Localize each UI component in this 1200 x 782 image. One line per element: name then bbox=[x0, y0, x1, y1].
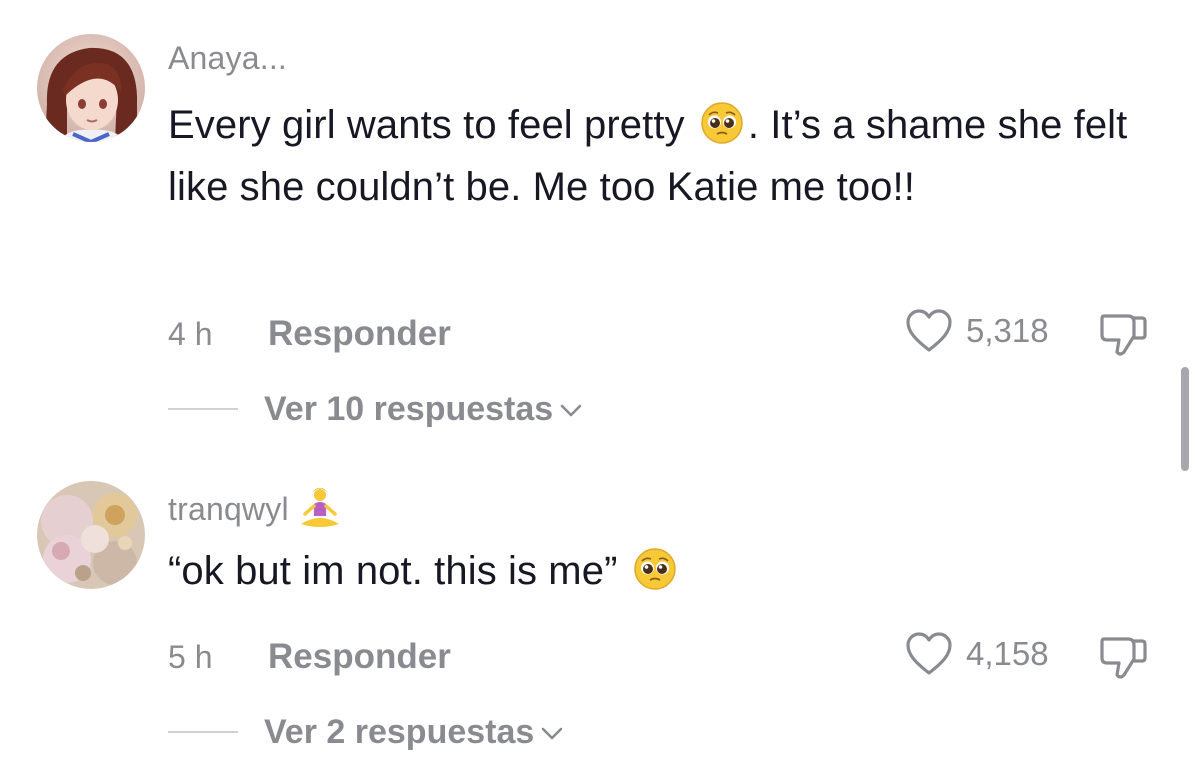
scrollbar[interactable] bbox=[1181, 367, 1189, 471]
view-replies[interactable]: Ver 10 respuestas bbox=[168, 389, 583, 429]
reply-button[interactable]: Responder bbox=[268, 314, 451, 354]
comment-text: “ok but im not. this is me” bbox=[168, 540, 1158, 602]
like-button[interactable]: 5,318 bbox=[904, 308, 1049, 354]
avatar[interactable] bbox=[37, 34, 145, 142]
chevron-down-icon bbox=[560, 404, 582, 417]
like-button[interactable]: 4,158 bbox=[904, 631, 1049, 677]
pleading-face-emoji bbox=[633, 547, 677, 591]
like-count: 5,318 bbox=[966, 312, 1049, 349]
comments-panel: Anaya... Every girl wants to feel pretty… bbox=[0, 0, 1200, 782]
view-replies[interactable]: Ver 2 respuestas bbox=[168, 712, 564, 752]
comment-time: 4 h bbox=[168, 316, 213, 352]
dislike-button[interactable] bbox=[1098, 633, 1150, 686]
thumbs-down-icon bbox=[1100, 637, 1147, 679]
view-replies-label: Ver 2 respuestas bbox=[264, 712, 535, 751]
view-replies-label: Ver 10 respuestas bbox=[264, 389, 554, 428]
like-count: 4,158 bbox=[966, 635, 1049, 672]
comment-actions: 4 h Responder 5,318 bbox=[168, 308, 1200, 358]
avatar[interactable] bbox=[37, 481, 145, 589]
pleading-face-emoji bbox=[700, 101, 744, 145]
chevron-down-icon bbox=[541, 727, 563, 740]
heart-outline-icon bbox=[906, 632, 952, 675]
username-text: tranqwyl bbox=[168, 490, 289, 527]
comment-text: Every girl wants to feel pretty . It’s a… bbox=[168, 94, 1158, 218]
comment-actions: 5 h Responder 4,158 bbox=[168, 631, 1200, 681]
comment-username[interactable]: tranqwyl bbox=[168, 486, 343, 532]
username-text: Anaya... bbox=[168, 40, 288, 76]
dislike-button[interactable] bbox=[1098, 310, 1150, 363]
comment-username[interactable]: Anaya... bbox=[168, 40, 287, 77]
thumbs-down-icon bbox=[1100, 314, 1147, 356]
view-replies-divider bbox=[168, 408, 238, 410]
comment-text-part: Every girl wants to feel pretty bbox=[168, 103, 696, 147]
heart-outline-icon bbox=[906, 309, 952, 352]
view-replies-divider bbox=[168, 731, 238, 733]
comment-time: 5 h bbox=[168, 639, 213, 675]
reply-button[interactable]: Responder bbox=[268, 637, 451, 677]
woman-in-lotus-position-emoji bbox=[300, 488, 339, 527]
comment-text-part: “ok but im not. this is me” bbox=[168, 549, 629, 593]
